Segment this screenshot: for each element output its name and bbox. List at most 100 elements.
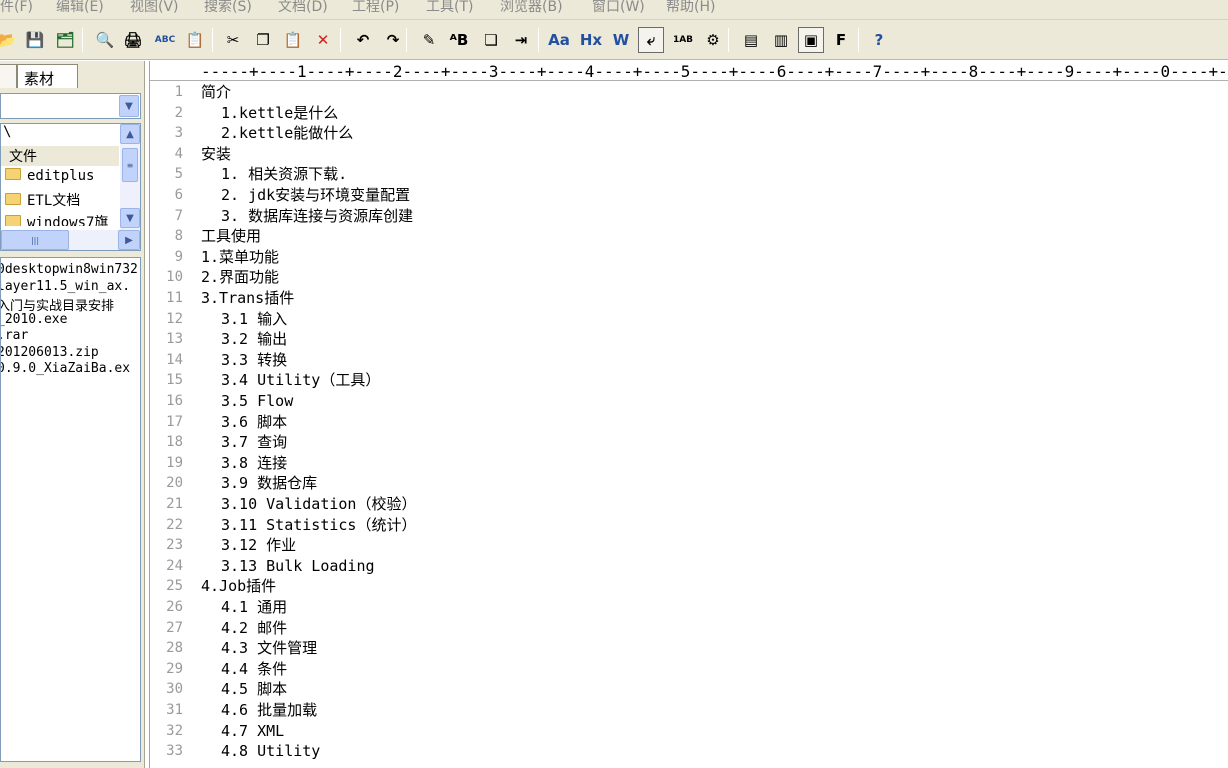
scroll-down-icon[interactable]: ▼ xyxy=(120,208,140,228)
text-line[interactable]: 1. 相关资源下载. xyxy=(201,164,347,185)
paste-icon[interactable]: 📋 xyxy=(280,27,306,53)
scroll-right-icon[interactable]: ▶ xyxy=(118,230,140,250)
menu-item[interactable]: 编辑(E) xyxy=(56,0,104,16)
undo-icon[interactable]: ↶ xyxy=(350,27,376,53)
text-line[interactable]: 1.kettle是什么 xyxy=(201,103,338,124)
text-line[interactable]: 3.11 Statistics（统计） xyxy=(201,515,416,536)
tab-material[interactable]: 素材 xyxy=(17,64,78,88)
text-line[interactable]: 简介 xyxy=(201,82,231,103)
save-icon[interactable]: 💾 xyxy=(22,27,48,53)
text-line[interactable]: 2.界面功能 xyxy=(201,267,279,288)
menu-item[interactable]: 搜索(S) xyxy=(204,0,252,16)
text-line[interactable]: 3.6 脚本 xyxy=(201,412,287,433)
undo-icon-glyph: ↶ xyxy=(356,31,370,49)
menu-item[interactable]: 文档(D) xyxy=(278,0,328,16)
menu-item[interactable]: 工具(T) xyxy=(426,0,473,16)
text-line[interactable]: 3.10 Validation（校验） xyxy=(201,494,416,515)
text-area[interactable]: 简介 1.kettle是什么 2.kettle能做什么 安装 1. 相关资源下载. 2. … xyxy=(201,82,1221,768)
menu-item[interactable]: 帮助(H) xyxy=(666,0,715,16)
word-wrap-icon[interactable]: W xyxy=(608,27,634,53)
copy-doc-icon[interactable]: ❏ xyxy=(478,27,504,53)
tree-folder[interactable]: editplus xyxy=(5,168,94,188)
tree-folder[interactable]: windows7旗 xyxy=(5,212,108,226)
hex-icon[interactable]: Hx xyxy=(578,27,604,53)
open-icon[interactable]: 📂 xyxy=(0,27,20,53)
tree-root[interactable]: \ xyxy=(3,124,11,144)
scroll-up-icon[interactable]: ▲ xyxy=(120,124,140,144)
help-icon[interactable]: ? xyxy=(866,27,892,53)
toolbar: 📂 💾 🗂 🔍 🖨 ABC 📋 ✂ ❐ 📋 ✕ ↶ ↷ ✎ ᴬB ❏ ⇥ Aa Hx W ⤶ 1AB ⚙ ▤ ▥ ▣ F? xyxy=(0,20,1228,60)
tree-horizontal-scrollbar[interactable]: ||| xyxy=(1,230,120,250)
text-line[interactable]: 3.12 作业 xyxy=(201,535,296,556)
copy-icon[interactable]: ❐ xyxy=(250,27,276,53)
drive-dropdown[interactable]: ▼ xyxy=(0,93,141,119)
redo-icon[interactable]: ↷ xyxy=(380,27,406,53)
view2-icon[interactable]: ▥ xyxy=(768,27,794,53)
print-icon[interactable]: 🖨 xyxy=(120,27,146,53)
text-line[interactable]: 3.3 转换 xyxy=(201,350,287,371)
file-list-item[interactable]: .rar xyxy=(1,328,28,345)
line-wrap-icon[interactable]: ⤶ xyxy=(638,27,664,53)
print-preview-icon[interactable]: 🔍 xyxy=(92,27,118,53)
settings-icon[interactable]: ⚙ xyxy=(700,27,726,53)
tree-vertical-scrollbar[interactable]: ▲ ≡ ▼ xyxy=(120,124,140,230)
file-list-item[interactable]: layer11.5_win_ax. xyxy=(1,279,130,296)
cut-icon[interactable]: ✂ xyxy=(220,27,246,53)
menu-item[interactable]: 浏览器(B) xyxy=(500,0,563,16)
line-number-icon[interactable]: 1AB xyxy=(670,27,696,53)
text-line[interactable]: 2. jdk安装与环境变量配置 xyxy=(201,185,410,206)
menu-item[interactable]: 窗口(W) xyxy=(592,0,645,16)
menu-item[interactable]: 视图(V) xyxy=(130,0,179,16)
indent-icon[interactable]: ⇥ xyxy=(508,27,534,53)
view3-icon[interactable]: ▣ xyxy=(798,27,824,53)
menu-item[interactable]: 件(F) xyxy=(0,0,33,16)
text-line[interactable]: 2.kettle能做什么 xyxy=(201,123,353,144)
text-line[interactable]: 1.菜单功能 xyxy=(201,247,279,268)
text-line[interactable]: 工具使用 xyxy=(201,226,261,247)
save-all-icon[interactable]: 🗂 xyxy=(52,27,78,53)
tree-section[interactable]: 文件 xyxy=(1,146,119,166)
text-line[interactable]: 3.7 查询 xyxy=(201,432,287,453)
text-line[interactable]: 3.9 数据仓库 xyxy=(201,473,317,494)
text-line[interactable]: 4.1 通用 xyxy=(201,597,287,618)
text-line[interactable]: 4.Job插件 xyxy=(201,576,276,597)
text-line[interactable]: 4.4 条件 xyxy=(201,659,287,680)
text-line[interactable]: 3.8 连接 xyxy=(201,453,287,474)
text-line[interactable]: 3.Trans插件 xyxy=(201,288,294,309)
text-line[interactable]: 3.5 Flow xyxy=(201,391,293,412)
clipboard-icon[interactable]: 📋 xyxy=(182,27,208,53)
spellcheck-icon[interactable]: ABC xyxy=(152,27,178,53)
tree-folder[interactable]: ETL文档 xyxy=(5,190,80,210)
file-list-item[interactable]: _2010.exe xyxy=(1,312,67,329)
scroll-thumb-horizontal[interactable]: ||| xyxy=(1,230,69,250)
file-list-item[interactable]: 0desktopwin8win732 xyxy=(1,262,138,279)
file-list-item[interactable]: 入门与实战目录安排 xyxy=(1,295,114,314)
file-list-item[interactable]: 0.9.0_XiaZaiBa.ex xyxy=(1,361,130,378)
folder-icon xyxy=(5,215,21,226)
text-line[interactable]: 3.13 Bulk Loading xyxy=(201,556,375,577)
find-icon[interactable]: ✎ xyxy=(416,27,442,53)
view1-icon[interactable]: ▤ xyxy=(738,27,764,53)
text-line[interactable]: 3.4 Utility（工具） xyxy=(201,370,380,391)
file-list-item[interactable]: 201206013.zip xyxy=(1,345,99,362)
text-line[interactable]: 3. 数据库连接与资源库创建 xyxy=(201,206,413,227)
text-line[interactable]: 4.6 批量加载 xyxy=(201,700,317,721)
delete-icon[interactable]: ✕ xyxy=(310,27,336,53)
text-line[interactable]: 4.8 Utility xyxy=(201,741,320,762)
text-line[interactable]: 4.7 XML xyxy=(201,721,284,742)
view4-icon[interactable]: F xyxy=(828,27,854,53)
text-line[interactable]: 安装 xyxy=(201,144,231,165)
text-line[interactable]: 3.2 输出 xyxy=(201,329,287,350)
text-line[interactable]: 4.5 脚本 xyxy=(201,679,287,700)
scroll-thumb[interactable]: ≡ xyxy=(122,148,138,182)
redo-icon-glyph: ↷ xyxy=(386,31,400,49)
chevron-down-icon[interactable]: ▼ xyxy=(119,95,139,117)
text-line[interactable]: 4.3 文件管理 xyxy=(201,638,317,659)
menu-item[interactable]: 工程(P) xyxy=(352,0,399,16)
tab-directory[interactable] xyxy=(0,64,17,88)
font-icon[interactable]: Aa xyxy=(546,27,572,53)
text-line[interactable]: 4.2 邮件 xyxy=(201,618,287,639)
replace-icon[interactable]: ᴬB xyxy=(446,27,472,53)
text-line[interactable]: 3.1 输入 xyxy=(201,309,287,330)
editor[interactable]: -----+----1----+----2----+----3----+----… xyxy=(149,61,1228,768)
